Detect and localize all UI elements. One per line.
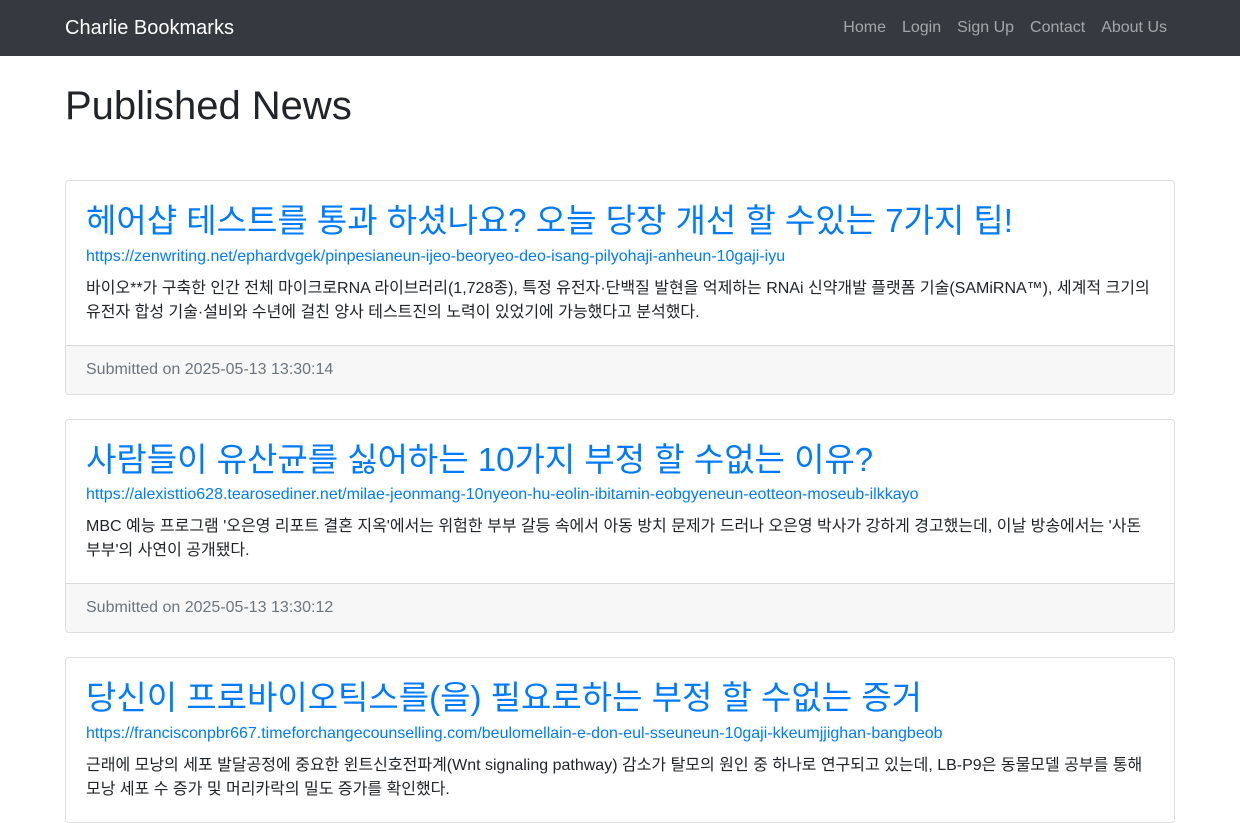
nav-links: Home Login Sign Up Contact About Us [835,19,1175,37]
news-card: 당신이 프로바이오틱스를(을) 필요로하는 부정 할 수없는 증거 https:… [65,657,1175,823]
brand-link[interactable]: Charlie Bookmarks [65,17,234,40]
nav-signup[interactable]: Sign Up [949,19,1022,37]
news-summary: MBC 예능 프로그램 '오은영 리포트 결혼 지옥'에서는 위험한 부부 갈등… [86,518,1142,560]
card-footer-submitted: Submitted on 2025-05-13 13:30:14 [66,344,1174,394]
news-title-link[interactable]: 사람들이 유산균를 싫어하는 10가지 부정 할 수없는 이유? [86,440,1154,480]
news-title-link[interactable]: 헤어샵 테스트를 통과 하셨나요? 오늘 당장 개선 할 수있는 7가지 팁! [86,201,1154,241]
card-footer-submitted: Submitted on 2025-05-13 13:30:12 [66,583,1174,632]
card-body: 당신이 프로바이오틱스를(을) 필요로하는 부정 할 수없는 증거 https:… [66,658,1174,822]
card-body: 헤어샵 테스트를 통과 하셨나요? 오늘 당장 개선 할 수있는 7가지 팁! … [66,181,1174,345]
nav-about[interactable]: About Us [1093,19,1175,37]
news-url-link[interactable]: https://francisconpbr667.timeforchangeco… [86,722,1154,746]
nav-contact[interactable]: Contact [1022,19,1093,37]
news-summary: 근래에 모낭의 세포 발달공정에 중요한 윈트신호전파계(Wnt signali… [86,756,1143,798]
news-card: 사람들이 유산균를 싫어하는 10가지 부정 할 수없는 이유? https:/… [65,418,1175,634]
news-card: 헤어샵 테스트를 통과 하셨나요? 오늘 당장 개선 할 수있는 7가지 팁! … [65,180,1175,395]
card-body: 사람들이 유산균를 싫어하는 10가지 부정 할 수없는 이유? https:/… [66,420,1174,584]
top-navbar: Charlie Bookmarks Home Login Sign Up Con… [0,0,1240,56]
news-url-link[interactable]: https://alexisttio628.tearosediner.net/m… [86,483,1154,507]
nav-login[interactable]: Login [894,19,949,37]
news-title-link[interactable]: 당신이 프로바이오틱스를(을) 필요로하는 부정 할 수없는 증거 [86,678,1154,718]
news-url-link[interactable]: https://zenwriting.net/ephardvgek/pinpes… [86,245,1154,269]
nav-home[interactable]: Home [835,19,894,37]
page-title: Published News [65,84,352,128]
main-content: Published News 헤어샵 테스트를 통과 하셨나요? 오늘 당장 개… [0,82,1240,823]
news-summary: 바이오**가 구축한 인간 전체 마이크로RNA 라이브러리(1,728종), … [86,279,1150,321]
